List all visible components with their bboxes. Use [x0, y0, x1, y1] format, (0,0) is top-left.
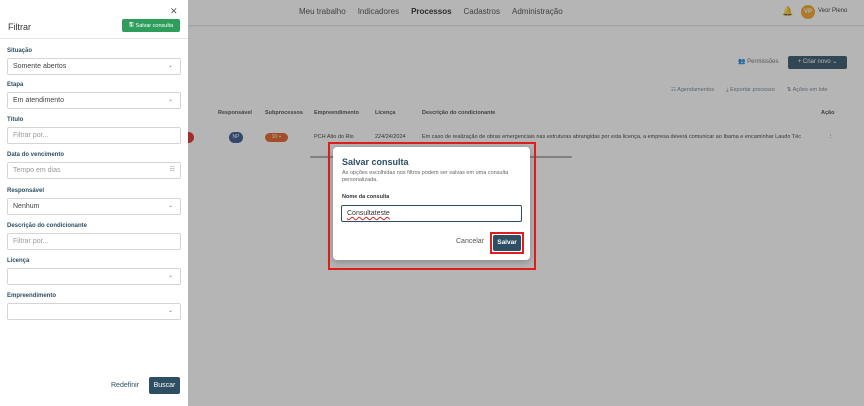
drawer-title: Filtrar: [8, 22, 31, 32]
field-label: Responsável: [7, 188, 45, 194]
chevron-down-icon: ⌄: [167, 308, 173, 314]
save-icon: 🖫: [128, 22, 134, 28]
modal-description: As opções escolhidas nos filtros podem s…: [342, 170, 509, 183]
salvar-consulta-button[interactable]: 🖫 Salvar consulta: [122, 19, 180, 32]
situacao-value: Somente abertos: [13, 63, 67, 70]
field-label: Descrição do condicionante: [7, 223, 88, 229]
data-vencimento-placeholder: Tempo em dias: [13, 167, 61, 174]
licenca-select[interactable]: ⌄: [7, 268, 181, 285]
buscar-button[interactable]: Buscar: [149, 377, 180, 394]
field-label: Situação: [7, 48, 33, 54]
nome-consulta-input[interactable]: Consultateste: [341, 205, 522, 222]
filter-drawer: ✕ Filtrar 🖫 Salvar consulta Situação Som…: [0, 0, 188, 406]
nome-consulta-label: Nome da consulta: [342, 194, 390, 200]
field-label: Licença: [7, 258, 30, 264]
titulo-input[interactable]: Filtrar por...: [7, 127, 181, 144]
modal-title: Salvar consulta: [342, 157, 409, 167]
cancel-button[interactable]: Cancelar: [456, 238, 484, 245]
situacao-select[interactable]: Somente abertos ⌄: [7, 58, 181, 75]
field-label: Data do vencimento: [7, 152, 65, 158]
responsavel-select[interactable]: Nenhum ⌄: [7, 198, 181, 215]
etapa-value: Em atendimento: [13, 97, 64, 104]
save-highlight-frame: [490, 232, 524, 254]
chevron-down-icon: ⌄: [167, 273, 173, 279]
field-label: Etapa: [7, 82, 24, 88]
descricao-input[interactable]: Filtrar por...: [7, 233, 181, 250]
calendar-icon[interactable]: ☷: [170, 163, 175, 178]
field-label: Título: [7, 117, 24, 123]
salvar-consulta-label: Salvar consulta: [135, 22, 174, 29]
empreendimento-select[interactable]: ⌄: [7, 303, 181, 320]
responsavel-value: Nenhum: [13, 203, 40, 210]
close-icon[interactable]: ✕: [170, 6, 178, 17]
data-vencimento-input[interactable]: Tempo em dias ☷: [7, 162, 181, 179]
divider: [0, 38, 188, 39]
chevron-down-icon: ⌄: [167, 203, 173, 209]
field-label: Empreendimento: [7, 293, 57, 299]
etapa-select[interactable]: Em atendimento ⌄: [7, 92, 181, 109]
chevron-down-icon: ⌄: [167, 97, 173, 103]
redefinir-button[interactable]: Redefinir: [111, 382, 139, 389]
chevron-down-icon: ⌄: [167, 63, 173, 69]
